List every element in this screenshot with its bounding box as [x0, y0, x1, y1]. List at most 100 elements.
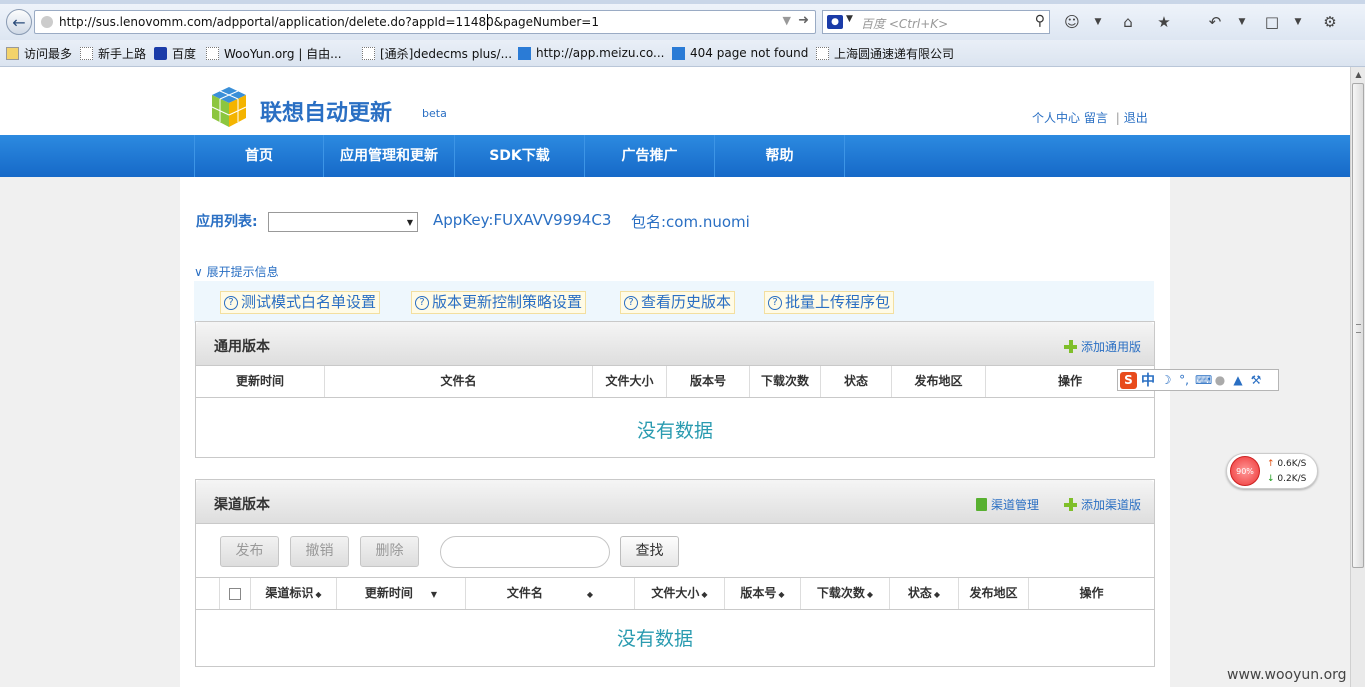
sort-icon: ◆ — [933, 590, 941, 599]
undo-icon[interactable]: ↶ — [1205, 12, 1225, 32]
revoke-button[interactable]: 撤销 — [290, 536, 349, 567]
col-header: 操作 — [1079, 586, 1104, 600]
col-header: 发布地区 — [892, 366, 986, 397]
find-button[interactable]: 查找 — [620, 536, 679, 567]
browser-toolbar: ← http://sus.lenovomm.com/adpportal/appl… — [0, 4, 1365, 40]
help-icon: ? — [768, 295, 782, 310]
skin-shirt-icon[interactable]: ▲ — [1231, 373, 1245, 387]
message-link[interactable]: 留言 — [1084, 111, 1108, 125]
channel-version-panel: 渠道版本 渠道管理 添加渠道版 发布 撤销 删除 查找 渠道标识 ◆ 更新时间 ▼ … — [195, 479, 1155, 667]
whitelist-settings-link[interactable]: ? 测试模式白名单设置 — [220, 291, 381, 314]
add-general-version-button[interactable]: 添加通用版 — [1064, 338, 1141, 355]
address-bar[interactable]: http://sus.lenovomm.com/adpportal/applic… — [34, 10, 816, 34]
back-button[interactable]: ← — [6, 9, 32, 35]
wrench-icon[interactable]: ⚒ — [1249, 373, 1263, 387]
punctuation-icon[interactable]: °, — [1177, 373, 1191, 387]
beta-label: beta — [422, 107, 447, 120]
search-icon[interactable]: ⚲ — [1035, 13, 1045, 29]
logo-cube-icon — [211, 87, 247, 127]
home-icon[interactable]: ⌂ — [1118, 12, 1138, 32]
smiley-icon[interactable]: ☺ — [1062, 12, 1082, 32]
chevron-down-icon: ▼ — [406, 218, 413, 227]
header-links: 个人中心 留言 | 退出 — [1032, 109, 1148, 126]
logout-link[interactable]: 退出 — [1124, 111, 1148, 125]
col-header: 状态 — [821, 366, 892, 397]
smiley-dropdown-icon[interactable]: ▼ — [1088, 12, 1108, 32]
scroll-up-icon[interactable]: ▲ — [1351, 67, 1365, 83]
address-text[interactable]: http://sus.lenovomm.com/adpportal/applic… — [59, 15, 599, 29]
add-channel-version-button[interactable]: 添加渠道版 — [1064, 496, 1141, 513]
nav-home[interactable]: 首页 — [194, 135, 324, 177]
vertical-scrollbar[interactable]: ▲ — [1350, 67, 1365, 687]
ime-chinese-mode[interactable]: 中 — [1141, 370, 1155, 390]
url-dropdown-icon[interactable]: ▼ — [783, 14, 791, 27]
page-icon — [362, 46, 375, 60]
text-caret — [487, 14, 488, 30]
update-policy-link[interactable]: ? 版本更新控制策略设置 — [411, 291, 587, 314]
main-nav: 首页 应用管理和更新 SDK下载 广告推广 帮助 — [0, 135, 1350, 177]
general-version-panel: 通用版本 添加通用版 更新时间 文件名 文件大小 版本号 下载次数 状态 发布地… — [195, 321, 1155, 458]
baidu-paw-icon — [154, 46, 167, 60]
site-icon — [672, 46, 685, 60]
nav-ad-promotion[interactable]: 广告推广 — [585, 135, 715, 177]
select-all-checkbox[interactable] — [229, 588, 241, 600]
bookmark-item[interactable]: [通杀]dedecms plus/... — [362, 45, 512, 61]
nav-app-management[interactable]: 应用管理和更新 — [324, 135, 455, 177]
bookmark-item[interactable]: 新手上路 — [80, 45, 146, 61]
search-box[interactable]: ● ▼ 百度 <Ctrl+K> ⚲ — [822, 10, 1050, 34]
channel-search-input[interactable] — [440, 536, 610, 568]
col-header: 文件名 — [325, 366, 593, 397]
col-header-sortable[interactable]: 下载次数 ◆ — [801, 578, 890, 609]
up-arrow-icon: ↑ — [1267, 459, 1275, 469]
go-arrow-icon[interactable]: ➜ — [798, 13, 809, 28]
help-icon: ? — [415, 295, 429, 310]
col-header-sortable[interactable]: 版本号 ◆ — [725, 578, 801, 609]
col-header: 文件大小 — [593, 366, 667, 397]
col-header-sortable[interactable]: 状态 ◆ — [890, 578, 959, 609]
col-header-sortable[interactable]: 更新时间 ▼ — [337, 578, 466, 609]
col-header-sortable[interactable]: 文件名 ◆ — [466, 578, 635, 609]
down-arrow-icon: ↓ — [1267, 474, 1275, 484]
back-arrow-icon: ← — [12, 12, 26, 32]
hint-bar: ? 测试模式白名单设置 ? 版本更新控制策略设置 ? 查看历史版本 ? 批量上传程序包 — [194, 281, 1154, 323]
tools-icon[interactable]: ⚙ — [1320, 12, 1340, 32]
site-logo-text[interactable]: 联想自动更新 — [260, 95, 392, 127]
sogou-logo-icon[interactable]: S — [1120, 371, 1137, 389]
app-list-select[interactable]: ▼ — [268, 212, 418, 232]
history-versions-link[interactable]: ? 查看历史版本 — [620, 291, 736, 314]
nav-help[interactable]: 帮助 — [715, 135, 845, 177]
delete-button[interactable]: 删除 — [360, 536, 419, 567]
page-icon — [816, 46, 829, 60]
undo-dropdown-icon[interactable]: ▼ — [1232, 12, 1252, 32]
batch-upload-link[interactable]: ? 批量上传程序包 — [764, 291, 895, 314]
bookmark-item[interactable]: 百度 — [154, 45, 196, 61]
col-header-sortable[interactable]: 文件大小 ◆ — [635, 578, 725, 609]
engine-dropdown-icon[interactable]: ▼ — [846, 14, 853, 24]
user-icon[interactable]: ● — [1213, 373, 1227, 387]
search-placeholder: 百度 <Ctrl+K> — [861, 17, 949, 31]
channel-manage-button[interactable]: 渠道管理 — [976, 496, 1039, 513]
bookmark-item[interactable]: 上海圆通速递有限公司 — [816, 45, 954, 61]
network-speed-widget[interactable]: 90% ↑ 0.6K/S ↓ 0.2K/S — [1226, 453, 1318, 489]
nav-sdk-download[interactable]: SDK下载 — [455, 135, 585, 177]
keyboard-icon[interactable]: ⌨ — [1195, 373, 1212, 387]
link-separator: | — [1115, 111, 1120, 125]
moon-icon[interactable]: ☽ — [1159, 373, 1173, 387]
bookmark-item[interactable]: 404 page not found — [672, 45, 808, 61]
publish-button[interactable]: 发布 — [220, 536, 279, 567]
bookmark-item[interactable]: WooYun.org | 自由... — [206, 45, 342, 61]
help-icon: ? — [224, 295, 238, 310]
baidu-paw-icon[interactable]: ● — [827, 15, 843, 29]
crop-icon[interactable]: □ — [1262, 12, 1282, 32]
upload-speed: ↑ 0.6K/S — [1267, 459, 1307, 469]
col-header-sortable[interactable]: 渠道标识 ◆ — [251, 578, 337, 609]
expand-hints-toggle[interactable]: ∨ 展开提示信息 — [194, 263, 279, 280]
bookmark-star-icon[interactable]: ★ — [1154, 12, 1174, 32]
memory-usage-gauge[interactable]: 90% — [1230, 456, 1260, 486]
bookmark-item[interactable]: 访问最多 — [6, 45, 72, 61]
user-center-link[interactable]: 个人中心 — [1032, 111, 1080, 125]
bookmark-item[interactable]: http://app.meizu.co... — [518, 45, 664, 61]
table-header: 渠道标识 ◆ 更新时间 ▼ 文件名 ◆ 文件大小 ◆ 版本号 ◆ 下载次数 ◆ 状态 ◆ 发布… — [196, 578, 1154, 610]
crop-dropdown-icon[interactable]: ▼ — [1288, 12, 1308, 32]
scrollbar-thumb[interactable] — [1352, 83, 1364, 568]
